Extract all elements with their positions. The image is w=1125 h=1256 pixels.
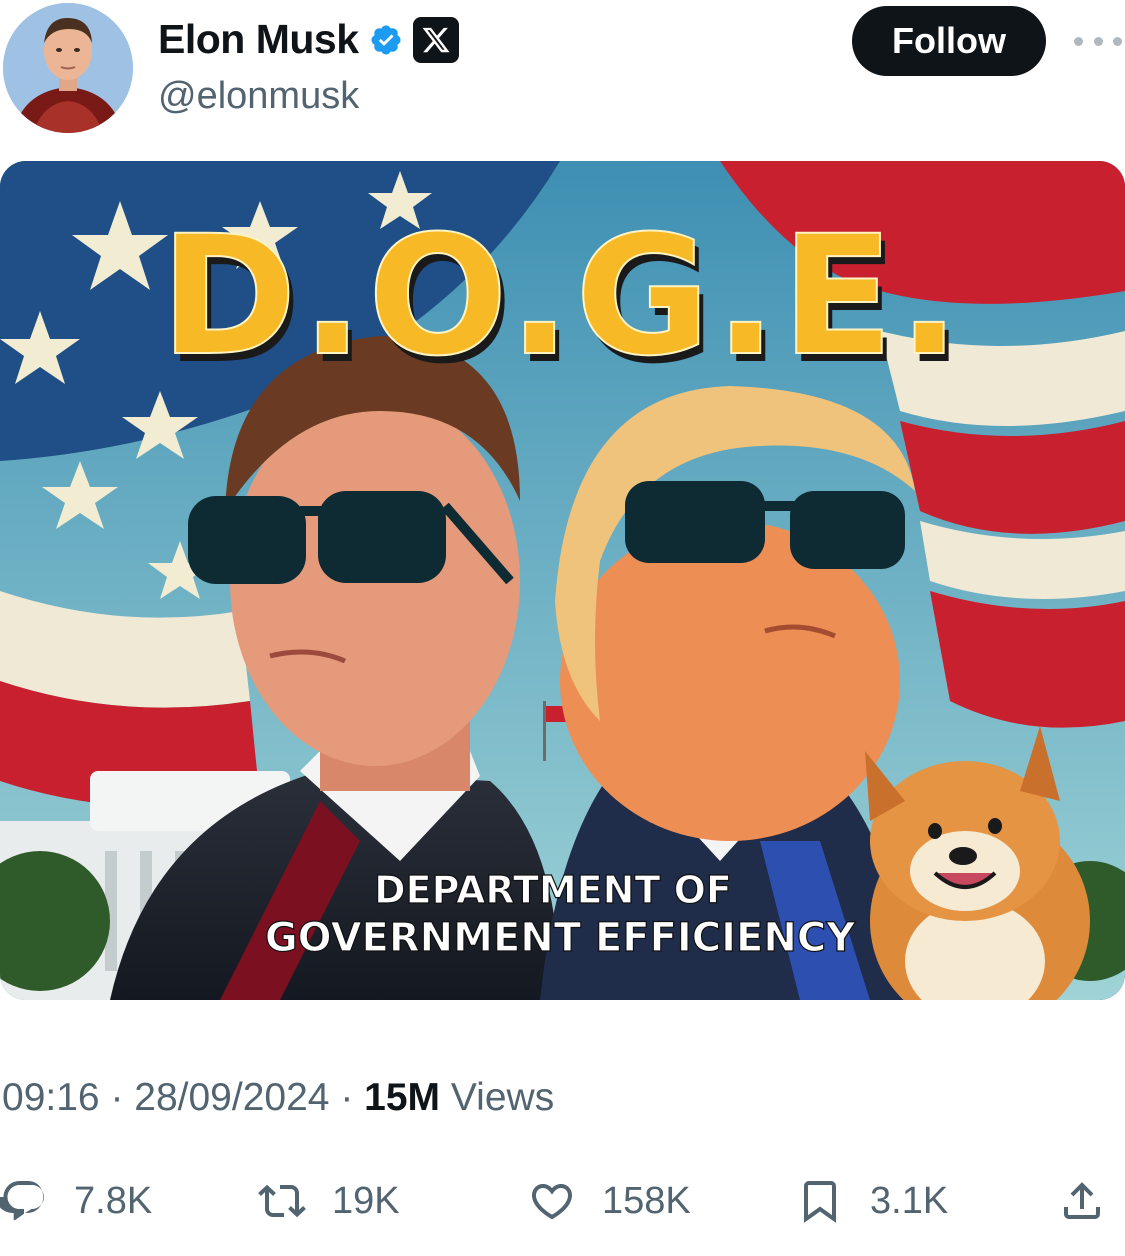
tweet-image[interactable]: D.O.G.E. D.O.G.E. DEPARTMENT OF GOVERNME… — [0, 161, 1125, 1000]
more-horizontal-icon[interactable] — [1074, 26, 1122, 56]
follow-button[interactable]: Follow — [852, 6, 1046, 76]
reply-icon — [0, 1181, 44, 1221]
meta-separator: · — [329, 1076, 365, 1119]
reply-button[interactable]: 7.8K — [0, 1170, 152, 1232]
author-avatar[interactable] — [3, 3, 133, 133]
repost-icon — [258, 1184, 306, 1218]
share-button[interactable] — [1058, 1170, 1106, 1232]
heart-icon — [531, 1184, 573, 1220]
tweet-date[interactable]: 28/09/2024 — [134, 1076, 329, 1119]
image-caption-line2: GOVERNMENT EFFICIENCY — [265, 915, 856, 961]
author-display-name[interactable]: Elon Musk — [158, 16, 359, 63]
views-label: Views — [440, 1076, 555, 1119]
like-count: 158K — [602, 1179, 691, 1222]
meta-separator: · — [99, 1076, 135, 1119]
like-button[interactable]: 158K — [528, 1170, 691, 1232]
image-headline: D.O.G.E. — [160, 200, 964, 392]
reply-count: 7.8K — [74, 1179, 153, 1222]
views-count: 15M — [364, 1076, 441, 1119]
author-handle[interactable]: @elonmusk — [158, 75, 359, 118]
share-icon — [1064, 1182, 1100, 1219]
tweet-metadata: 09:16 · 28/09/2024 · 15M Views — [2, 1076, 554, 1120]
verified-badge-icon — [369, 23, 403, 57]
tweet-action-bar: 7.8K 19K 158K 3.1K — [0, 1170, 1125, 1232]
bookmark-icon — [804, 1181, 836, 1223]
bookmark-count: 3.1K — [870, 1179, 949, 1222]
repost-count: 19K — [332, 1179, 400, 1222]
image-caption-line1: DEPARTMENT OF — [374, 868, 732, 912]
tweet-time[interactable]: 09:16 — [2, 1076, 100, 1119]
bookmark-button[interactable]: 3.1K — [796, 1170, 948, 1232]
repost-button[interactable]: 19K — [258, 1170, 400, 1232]
tweet-header: Elon Musk @elonmusk Follow — [0, 0, 1125, 150]
x-logo-icon — [412, 16, 459, 63]
